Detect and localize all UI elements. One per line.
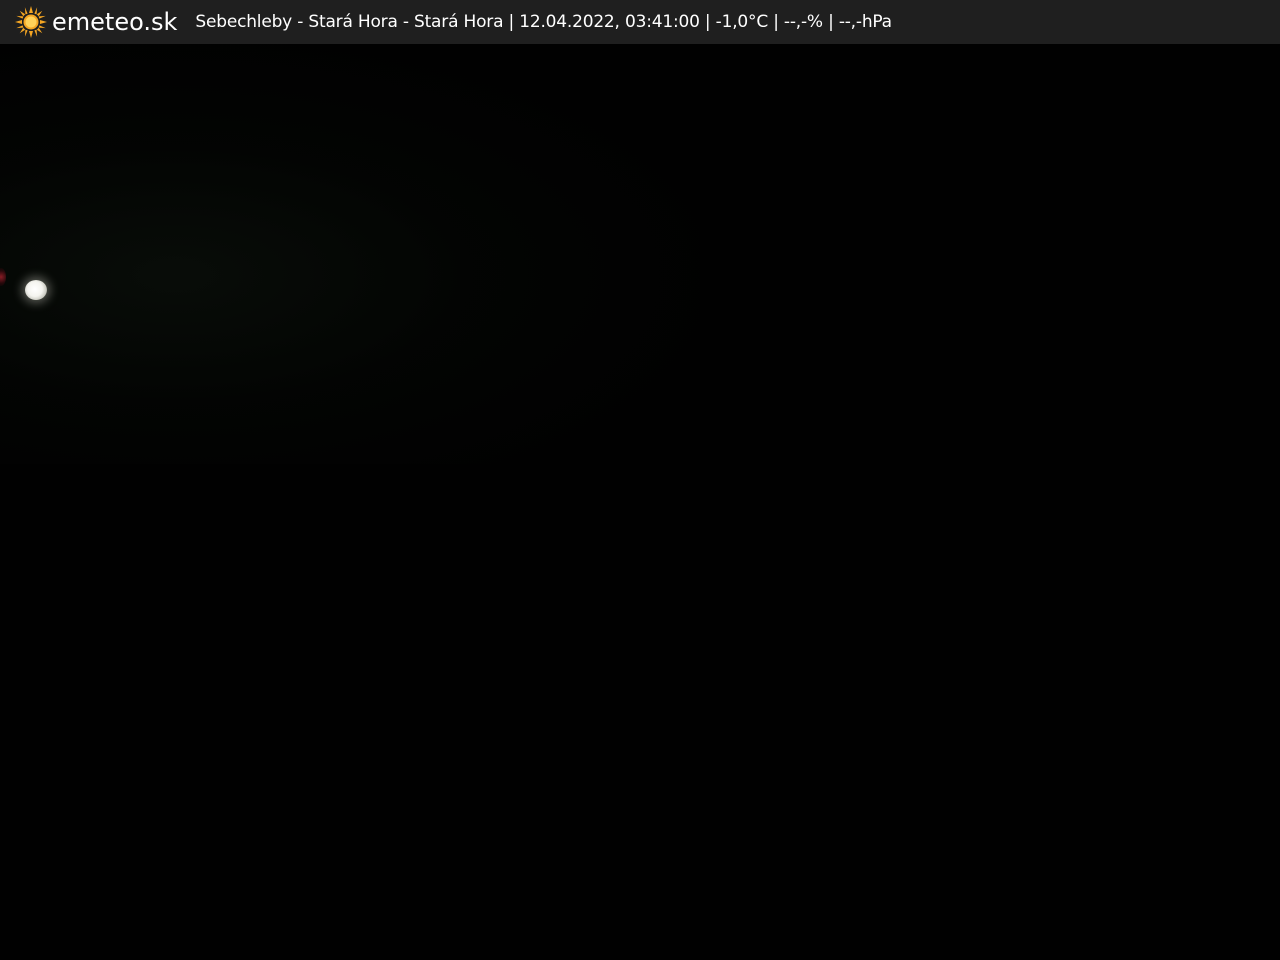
sun-icon [15,6,47,38]
weather-caption: Sebechleby - Stará Hora - Stará Hora | 1… [195,12,892,32]
caption-bar: emeteo.sk Sebechleby - Stará Hora - Star… [0,0,1280,44]
night-scene [0,44,700,464]
webcam-frame: emeteo.sk Sebechleby - Stará Hora - Star… [0,0,1280,960]
street-light [25,280,47,300]
emeteo-logo[interactable]: emeteo.sk [14,0,177,44]
brand-name: emeteo.sk [52,8,178,36]
